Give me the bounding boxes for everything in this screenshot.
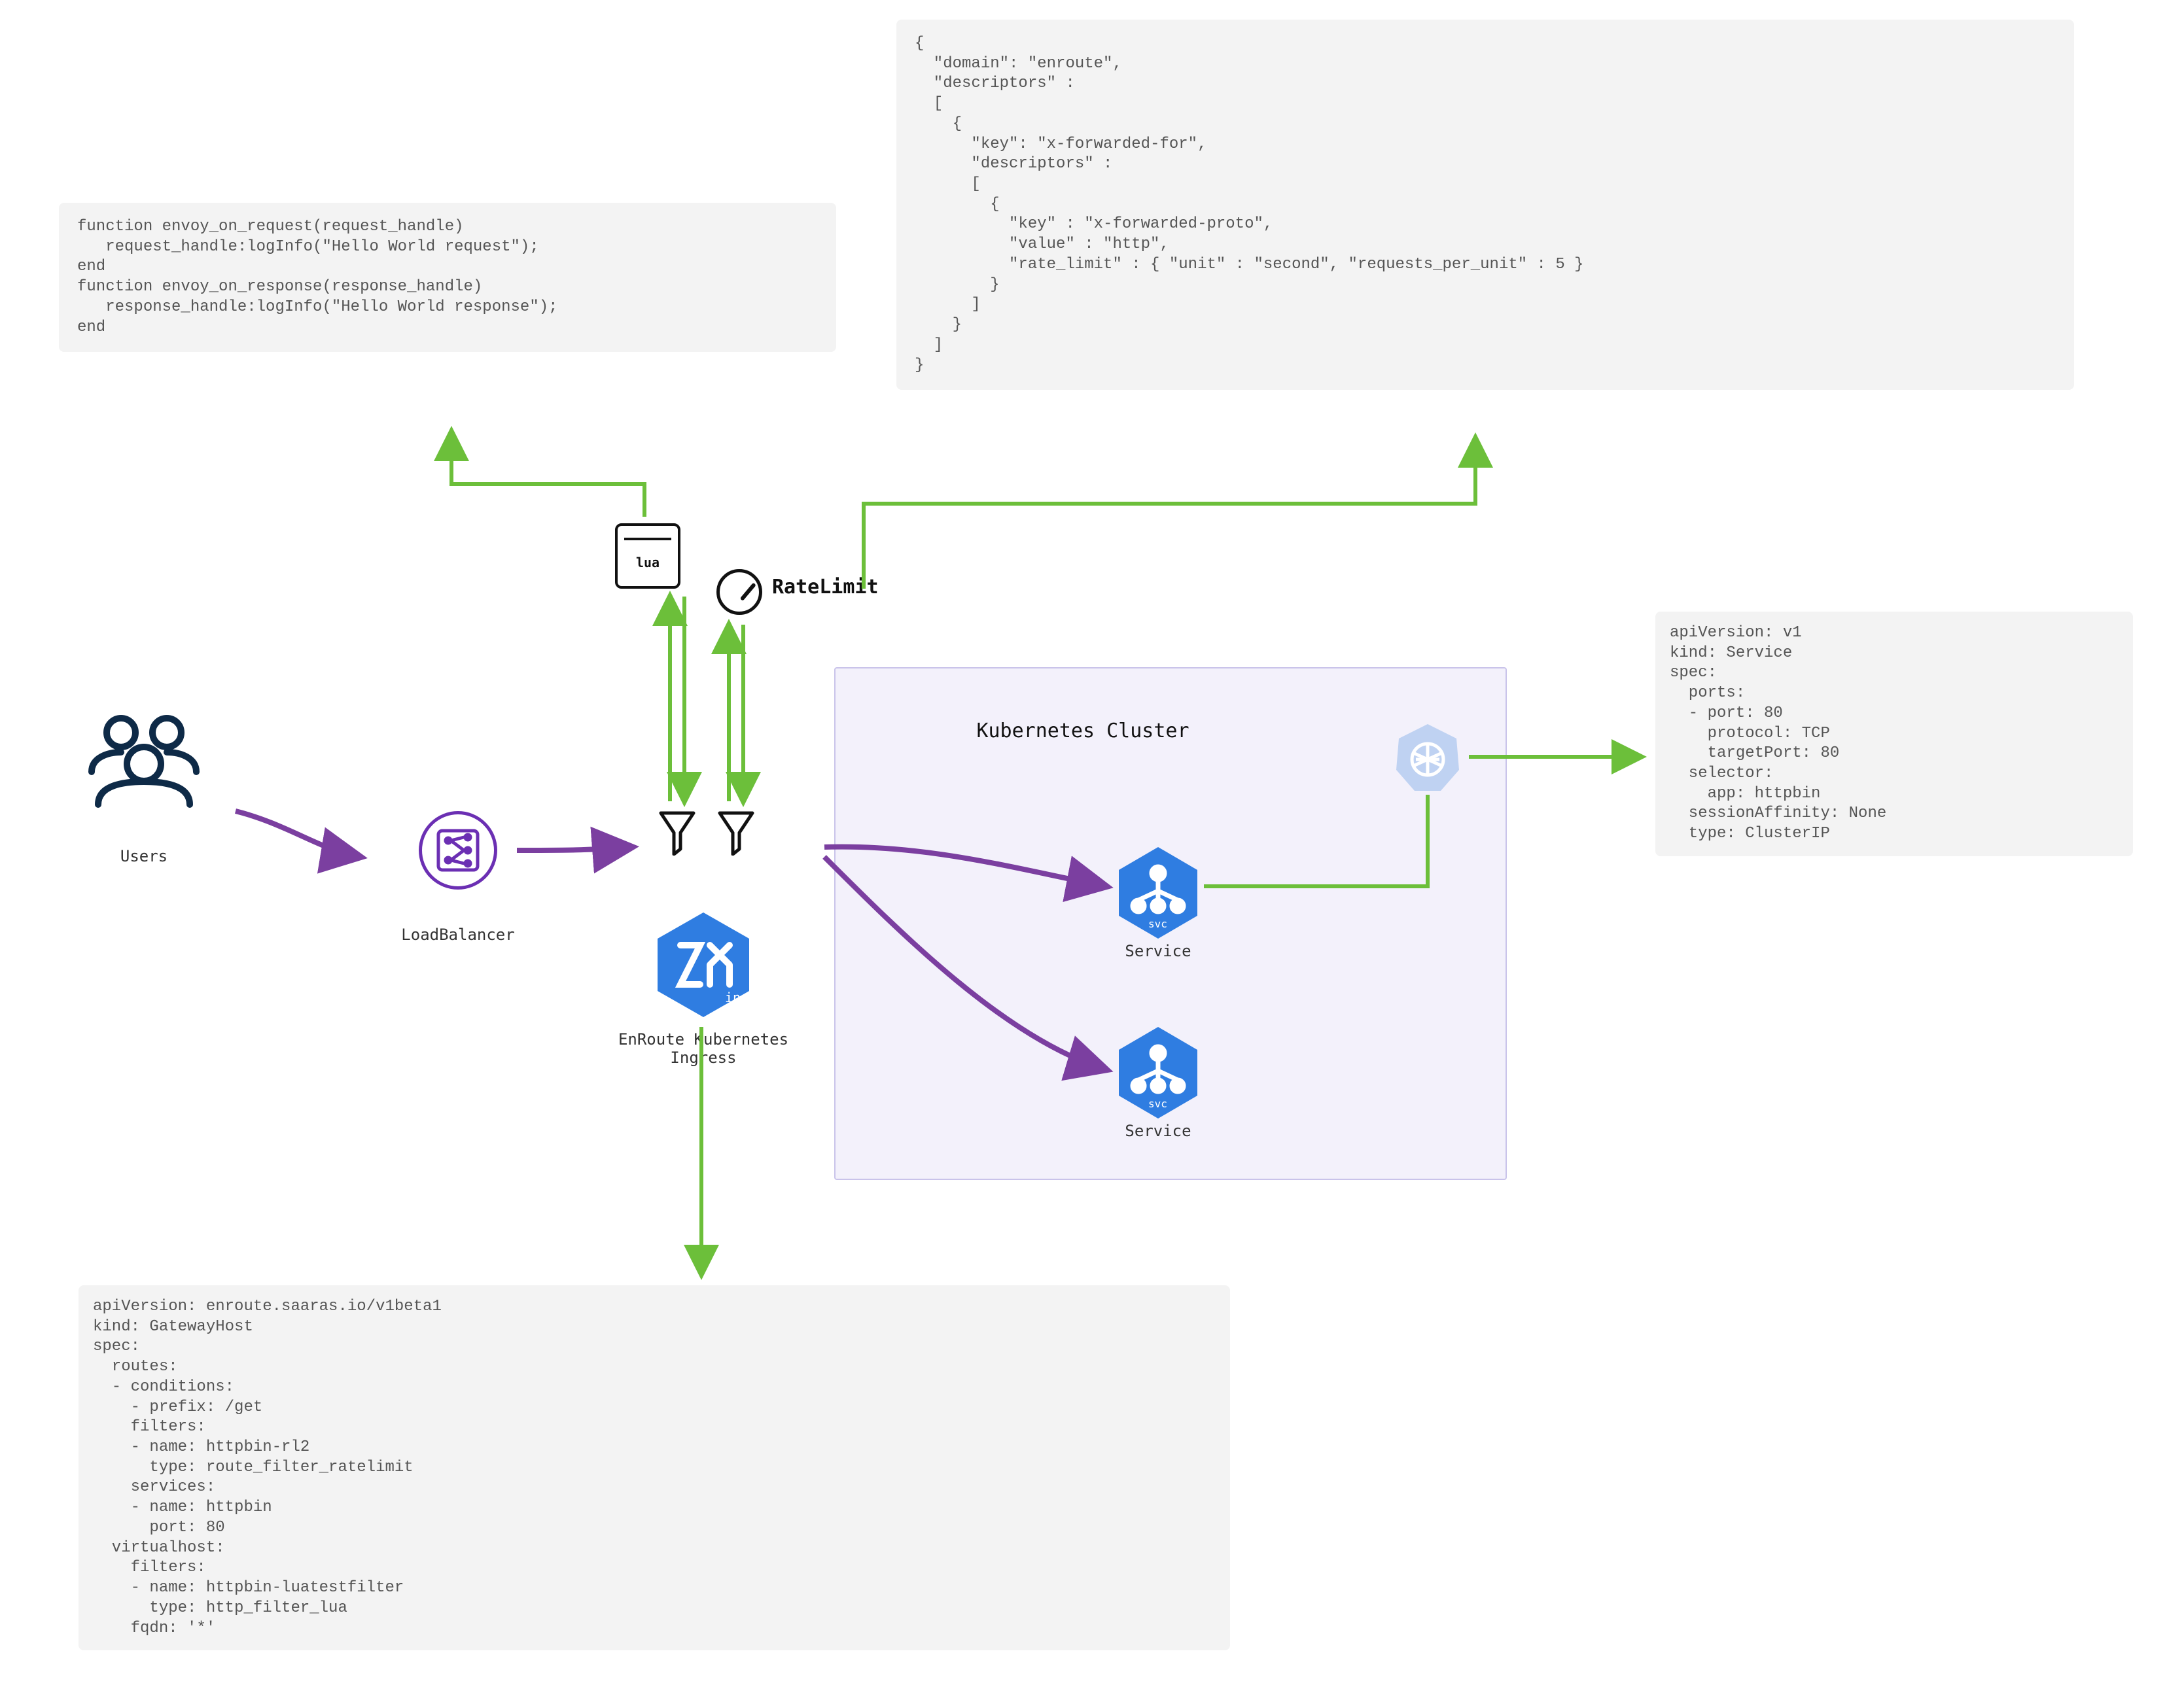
service-tag: svc bbox=[1148, 918, 1167, 930]
service-icon: svc bbox=[1116, 844, 1201, 942]
cluster-title: Kubernetes Cluster bbox=[936, 720, 1230, 742]
service-icon: svc bbox=[1116, 1024, 1201, 1122]
connector-lua-to-panel bbox=[451, 432, 644, 517]
ratelimit-json-panel: { "domain": "enroute", "descriptors" : [… bbox=[896, 20, 2074, 390]
ratelimit-label: RateLimit bbox=[772, 576, 903, 599]
filter-icon bbox=[658, 810, 697, 856]
service-yaml-panel: apiVersion: v1 kind: Service spec: ports… bbox=[1655, 612, 2133, 856]
gatewayhost-yaml-panel: apiVersion: enroute.saaras.io/v1beta1 ki… bbox=[79, 1285, 1230, 1650]
users-label: Users bbox=[79, 847, 209, 865]
arrow-users-to-lb bbox=[236, 811, 360, 857]
ingress-icon: ing bbox=[654, 909, 752, 1020]
lua-code-panel: function envoy_on_request(request_handle… bbox=[59, 203, 836, 352]
ingress-tag: ing bbox=[725, 990, 749, 1005]
arrow-lb-to-ingress bbox=[517, 847, 631, 850]
kubernetes-icon bbox=[1394, 721, 1462, 793]
lua-file-icon bbox=[615, 523, 680, 589]
ingress-label: EnRoute Kubernetes Ingress bbox=[615, 1030, 792, 1067]
users-icon bbox=[85, 706, 203, 811]
service-label: Service bbox=[1116, 942, 1201, 960]
loadbalancer-label: LoadBalancer bbox=[393, 926, 523, 944]
connector-ratelimit-to-panel bbox=[864, 438, 1475, 589]
loadbalancer-icon bbox=[419, 811, 497, 890]
service-tag: svc bbox=[1148, 1098, 1167, 1110]
filter-icon bbox=[716, 810, 756, 856]
ratelimit-icon bbox=[716, 569, 762, 615]
service-label: Service bbox=[1116, 1122, 1201, 1140]
